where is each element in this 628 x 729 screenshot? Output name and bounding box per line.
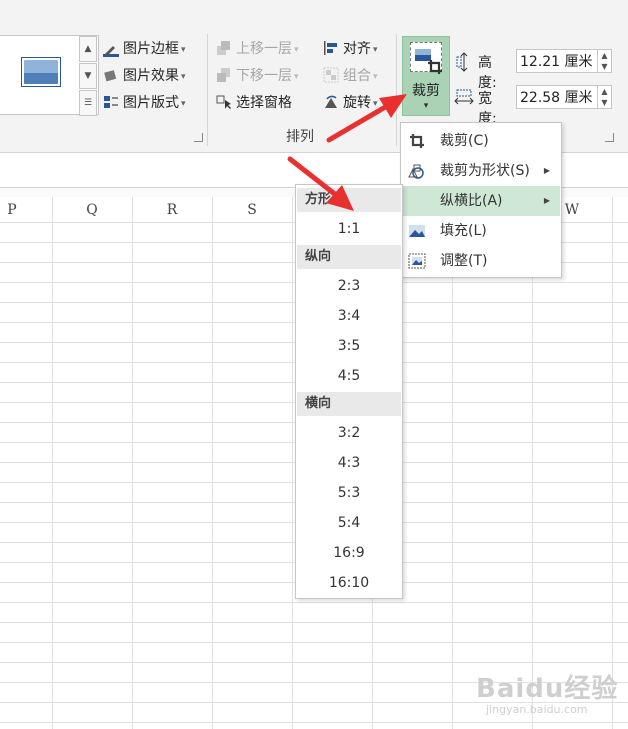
- menu-item-crop[interactable]: 裁剪(C): [402, 126, 560, 156]
- width-icon: [454, 89, 474, 105]
- chevron-down-icon: ▾: [373, 72, 378, 82]
- dialog-launcher-icon[interactable]: [605, 133, 614, 142]
- aspect-option[interactable]: 16:9: [297, 538, 401, 568]
- crop-dropdown-menu: 裁剪(C) 裁剪为形状(S) ▶ 纵横比(A) ▶ 填充(L) 调整(T): [400, 122, 562, 278]
- fit-icon: [408, 253, 426, 269]
- send-backward-icon: [216, 67, 232, 83]
- grid-column-line: [612, 197, 613, 729]
- grid-column-line: [52, 197, 53, 729]
- group-button[interactable]: 组合 ▾: [323, 65, 378, 87]
- selection-pane-icon: [216, 94, 232, 110]
- gallery-scroll: ▲ ▼ ☰: [79, 36, 97, 116]
- chevron-down-icon: ▾: [294, 45, 299, 55]
- grid-row-line: [0, 602, 628, 603]
- crop-icon: [428, 60, 442, 74]
- menu-item-crop-to-shape[interactable]: 裁剪为形状(S) ▶: [402, 156, 560, 186]
- pencil-icon: [103, 41, 119, 57]
- layout-icon: [103, 94, 119, 110]
- column-header[interactable]: Q: [52, 197, 132, 222]
- width-input[interactable]: [516, 85, 598, 109]
- aspect-option[interactable]: 4:5: [297, 361, 401, 391]
- grid-column-line: [292, 197, 293, 729]
- aspect-option[interactable]: 4:3: [297, 448, 401, 478]
- chevron-down-icon: ▾: [181, 72, 186, 82]
- aspect-option[interactable]: 5:3: [297, 478, 401, 508]
- chevron-down-icon: ▾: [373, 45, 378, 55]
- grid-column-line: [212, 197, 213, 729]
- gallery-more-icon[interactable]: ☰: [79, 90, 97, 116]
- aspect-option[interactable]: 5:4: [297, 508, 401, 538]
- group-divider: [207, 34, 208, 146]
- aspect-ratio-submenu: 方形 1:1 纵向 2:3 3:4 3:5 4:5 横向 3:2 4:3 5:3…: [295, 184, 403, 599]
- submenu-arrow-icon: ▶: [543, 166, 550, 175]
- baidu-watermark: Baidu经验 jingyan.baidu.com: [476, 674, 619, 716]
- annotation-arrow-icon: [326, 94, 407, 143]
- aspect-option[interactable]: 16:10: [297, 568, 401, 598]
- effects-icon: [103, 67, 119, 83]
- picture-effects-button[interactable]: 图片效果 ▾: [103, 65, 186, 87]
- group-icon: [323, 67, 339, 83]
- bring-forward-button[interactable]: 上移一层 ▾: [216, 38, 299, 60]
- align-button[interactable]: 对齐 ▾: [323, 38, 378, 60]
- aspect-option[interactable]: 3:4: [297, 301, 401, 331]
- picture-border-button[interactable]: 图片边框 ▾: [103, 38, 186, 60]
- aspect-option[interactable]: 1:1: [297, 214, 401, 244]
- selection-pane-button[interactable]: 选择窗格: [216, 92, 292, 114]
- menu-item-fit[interactable]: 调整(T): [402, 246, 560, 276]
- width-spinner[interactable]: ▲ ▼: [598, 85, 612, 109]
- aspect-option[interactable]: 3:2: [297, 418, 401, 448]
- chevron-down-icon: ▾: [181, 99, 186, 109]
- grid-row-line: [0, 662, 628, 663]
- bring-forward-icon: [216, 40, 232, 56]
- send-backward-button[interactable]: 下移一层 ▾: [216, 65, 299, 87]
- grid-column-line: [132, 197, 133, 729]
- fill-icon: [409, 225, 425, 237]
- menu-item-fill[interactable]: 填充(L): [402, 216, 560, 246]
- chevron-down-icon: ▾: [181, 45, 186, 55]
- picture-style-thumbnail[interactable]: [21, 57, 61, 87]
- section-header-portrait: 纵向: [297, 245, 401, 269]
- height-spinner[interactable]: ▲ ▼: [598, 49, 612, 73]
- grid-row-line: [0, 622, 628, 623]
- aspect-option[interactable]: 2:3: [297, 271, 401, 301]
- column-header[interactable]: R: [132, 197, 212, 222]
- arrange-group-label: 排列: [286, 129, 314, 145]
- height-icon: [456, 52, 468, 72]
- section-header-landscape: 横向: [297, 392, 401, 416]
- grid-row-line: [0, 642, 628, 643]
- annotation-arrow-icon: [287, 156, 354, 211]
- gallery-down-icon[interactable]: ▼: [79, 63, 97, 89]
- height-input[interactable]: [516, 49, 598, 73]
- dialog-launcher-icon[interactable]: [194, 133, 203, 142]
- shape-icon: [408, 164, 424, 179]
- aspect-option[interactable]: 3:5: [297, 331, 401, 361]
- gallery-up-icon[interactable]: ▲: [79, 36, 97, 62]
- column-header[interactable]: S: [212, 197, 292, 222]
- picture-layout-button[interactable]: 图片版式 ▾: [103, 92, 186, 114]
- submenu-arrow-icon: ▶: [543, 196, 550, 205]
- column-header[interactable]: P: [0, 197, 52, 222]
- chevron-down-icon: ▾: [294, 72, 299, 82]
- align-icon: [323, 40, 339, 56]
- menu-item-aspect-ratio[interactable]: 纵横比(A) ▶: [402, 186, 560, 216]
